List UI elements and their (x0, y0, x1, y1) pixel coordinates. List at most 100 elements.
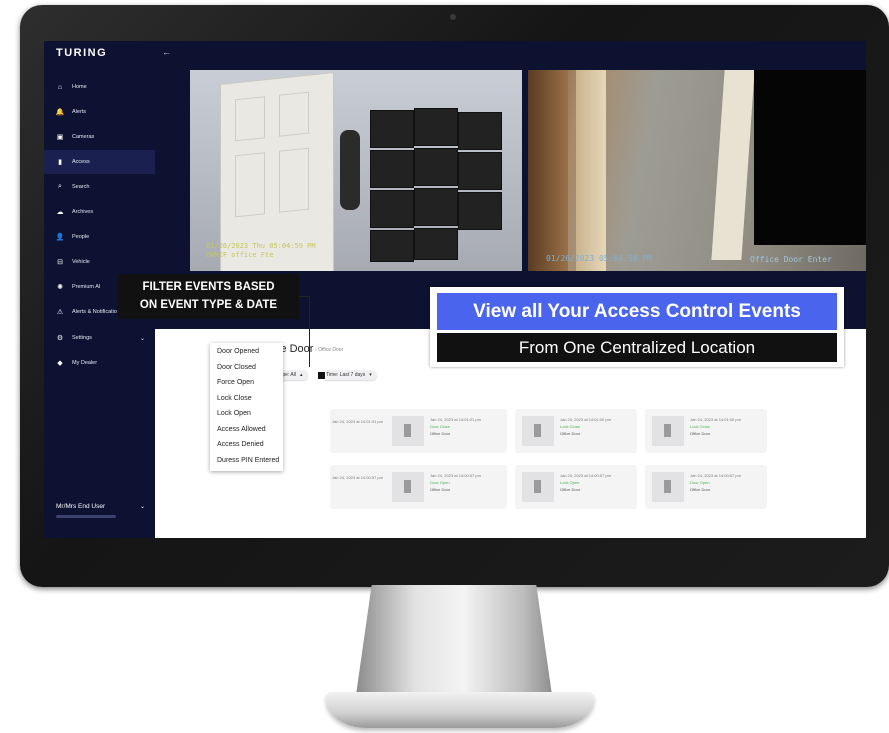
sidebar-item-label: Settings (72, 335, 92, 341)
event-date: Jan 24, 2023 at 14:01:00 pm (560, 417, 611, 422)
camera-feed-2[interactable]: 01/26/2023 05:04:58 PM Office Door Enter (528, 70, 866, 271)
sidebar-item-cameras[interactable]: ▣ Cameras (44, 125, 155, 149)
user-menu[interactable]: Mr/Mrs End User ⌄ (44, 497, 155, 525)
sidebar-item-label: Home (72, 84, 87, 90)
event-location: Office Door (560, 431, 581, 436)
event-option[interactable]: Door Opened (217, 348, 259, 355)
event-type: Lock Close (560, 424, 580, 429)
filter-callout-line1: FILTER EVENTS BASED (142, 281, 275, 293)
time-filter-label: Time: Last 7 days (326, 372, 366, 378)
cam1-timestamp: 01/26/2023 Thu 05:04:59 PM (206, 242, 316, 250)
event-option[interactable]: Lock Open (217, 410, 251, 417)
event-card[interactable]: Jan 24, 2023 at 14:00:57 pm Door Open Offi… (645, 465, 767, 509)
cam1-person (340, 130, 360, 210)
gear-icon: ⚙ (56, 335, 64, 342)
cam2-dark-area (754, 70, 866, 245)
sidebar-item-label: Cameras (72, 134, 95, 140)
arrow-left-icon[interactable]: ← (162, 47, 171, 57)
camera-feed-1[interactable]: 01/26/2023 Thu 05:04:59 PM OWNIF office … (190, 70, 522, 271)
monitor-base (326, 692, 594, 728)
event-date: Jan 24, 2023 at 14:00:57 pm (690, 473, 741, 478)
bell-icon: 🔔 (55, 109, 65, 116)
event-type: Door Open (430, 480, 450, 485)
door-thumbnail (392, 472, 424, 502)
promo-subtitle: From One Centralized Location (437, 333, 837, 362)
sidebar-item-label: Alerts & Notificatio (72, 309, 117, 315)
door-thumbnail (652, 416, 684, 446)
event-type: Door Open (690, 480, 710, 485)
sidebar-item-label: Search (72, 184, 90, 190)
event-type-dropdown: Door Opened Door Closed Force Open Lock Clo… (210, 343, 283, 471)
event-type: Lock Close (690, 424, 710, 429)
sidebar-item-label: People (72, 234, 90, 240)
event-card[interactable]: Jan 24, 2023 at 14:00:57 pm Lock Open Offi… (515, 465, 637, 509)
person-alert-icon: ⚠ (56, 309, 64, 316)
sidebar-item-search[interactable]: ⌕ Search (44, 175, 155, 199)
chevron-down-icon: ▾ (369, 372, 372, 378)
door-thumbnail (392, 416, 424, 446)
event-option[interactable]: Force Open (217, 379, 254, 386)
callout-connector-v (309, 296, 310, 367)
cam2-name: Office Door Enter (750, 255, 832, 264)
sidebar-item-label: Alerts (72, 109, 87, 115)
sidebar-item-my-dealer[interactable]: ◆ My Dealer (44, 351, 155, 375)
sidebar-item-label: Access (72, 159, 90, 165)
car-icon: ⊟ (57, 259, 63, 266)
event-date: Jan 24, 2023 at 14:01:00 pm (690, 417, 741, 422)
event-date: Jan 24, 2023 at 14:00:57 pm (430, 473, 481, 478)
sidebar-item-label: Vehicle (72, 259, 90, 265)
time-filter[interactable]: Time: Last 7 days ▾ (321, 370, 377, 380)
filter-callout: FILTER EVENTS BASED ON EVENT TYPE & DATE (118, 274, 299, 319)
event-option[interactable]: Lock Close (217, 395, 252, 402)
search-icon: ⌕ (58, 183, 62, 190)
door-thumbnail (522, 472, 554, 502)
sidebar-item-people[interactable]: 👤 People (44, 225, 155, 249)
handshake-icon: ◆ (57, 360, 63, 367)
sidebar-item-home[interactable]: ⌂ Home (44, 75, 155, 99)
sidebar-item-alerts[interactable]: 🔔 Alerts (44, 100, 155, 124)
event-date: Jan 24, 2023 at 14:01:01 pm (332, 419, 383, 424)
breadcrumb: › Office Door (315, 347, 344, 353)
cam1-cabinets (370, 102, 510, 262)
sidebar-item-settings[interactable]: ⚙ Settings ⌄ (44, 326, 155, 350)
event-card[interactable]: Jan 24, 2023 at 14:01:00 pm Lock Close Off… (515, 409, 637, 453)
brand-logo: TURING (56, 47, 108, 59)
chevron-down-icon: ⌄ (139, 504, 145, 510)
door-thumbnail (652, 472, 684, 502)
chevron-down-icon: ⌄ (139, 335, 145, 342)
cam2-door-edge (576, 70, 606, 271)
event-location: Office Door (430, 487, 451, 492)
cam2-post (711, 70, 755, 260)
sidebar-item-label: Archives (72, 209, 94, 215)
sidebar-item-access[interactable]: ▮ Access (44, 150, 155, 174)
breadcrumb-item: Office Door (318, 347, 344, 353)
event-date: Jan 24, 2023 at 14:01:01 pm (430, 417, 481, 422)
callout-marker (317, 371, 326, 380)
cam2-door-frame (528, 70, 568, 271)
webcam-dot (450, 14, 456, 20)
event-card[interactable]: Jan 24, 2023 at 14:01:01 pm Door Close Off… (385, 409, 507, 453)
sidebar-item-label: Premium AI (72, 284, 101, 290)
event-location: Office Door (690, 487, 711, 492)
sidebar-item-archives[interactable]: ☁ Archives (44, 200, 155, 224)
event-date: Jan 24, 2023 at 14:00:57 pm (332, 475, 383, 480)
event-option[interactable]: Access Allowed (217, 426, 266, 433)
home-icon: ⌂ (57, 83, 63, 91)
event-option[interactable]: Duress PIN Entered (217, 457, 279, 464)
event-card[interactable]: Jan 24, 2023 at 14:01:00 pm Lock Close Off… (645, 409, 767, 453)
sidebar-item-vehicle[interactable]: ⊟ Vehicle (44, 250, 155, 274)
event-card[interactable]: Jan 24, 2023 at 14:00:57 pm Door Open Offi… (385, 465, 507, 509)
event-date: Jan 24, 2023 at 14:00:57 pm (560, 473, 611, 478)
event-option[interactable]: Access Denied (217, 441, 264, 448)
camera-icon: ▣ (56, 134, 64, 141)
cam1-name: OWNIF office Fte (206, 251, 274, 259)
event-location: Office Door (430, 431, 451, 436)
ai-icon: ✺ (57, 284, 63, 291)
event-option[interactable]: Door Closed (217, 364, 256, 371)
user-name: Mr/Mrs End User (56, 503, 106, 510)
door-icon: ▮ (58, 159, 62, 166)
promo-title: View all Your Access Control Events (437, 293, 837, 330)
monitor-stand (356, 585, 552, 695)
cloud-icon: ☁ (56, 209, 64, 216)
user-subtitle-bar (56, 515, 116, 518)
